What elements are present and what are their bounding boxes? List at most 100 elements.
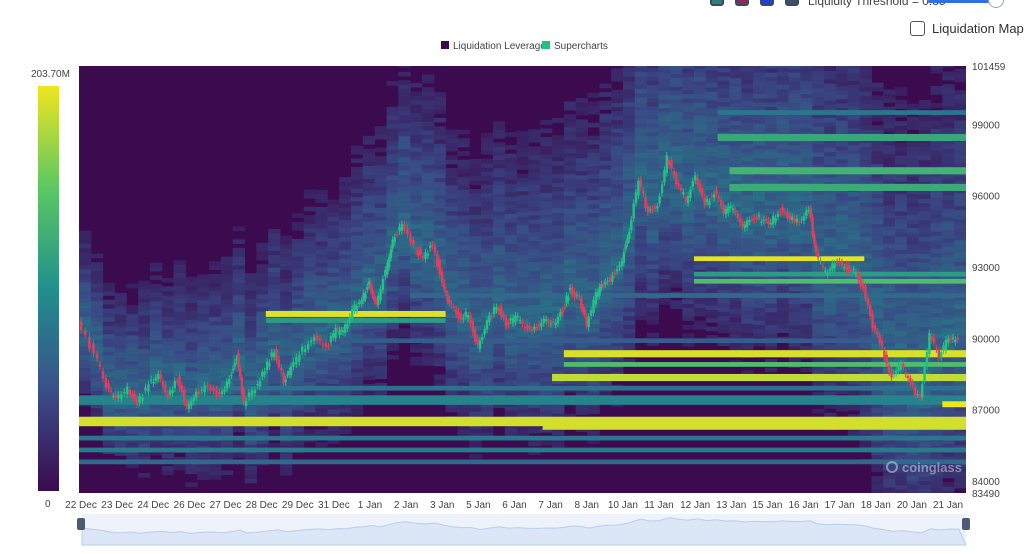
- heat-cell: [563, 255, 577, 261]
- heat-cell: [599, 263, 612, 268]
- heat-cell: [540, 214, 553, 219]
- heat-cell: [741, 297, 754, 303]
- heat-cell: [445, 262, 458, 267]
- heat-cell: [753, 298, 766, 304]
- heat-cell: [729, 236, 742, 241]
- heat-cell: [824, 6, 836, 11]
- heat-cell: [504, 239, 518, 244]
- heat-cell: [906, 304, 920, 310]
- heat-cell: [422, 160, 435, 165]
- heat-cell: [824, 11, 836, 16]
- heat-cell: [398, 247, 411, 252]
- heat-cell: [422, 284, 435, 289]
- heat-cell: [469, 210, 482, 215]
- heat-cell: [268, 442, 281, 448]
- heat-cell: [646, 260, 659, 265]
- heat-cell: [315, 305, 328, 310]
- heat-cell: [776, 97, 790, 102]
- heat-cell: [291, 277, 305, 283]
- heat-cell: [469, 253, 482, 258]
- heat-cell: [362, 247, 376, 252]
- heat-cell: [315, 288, 328, 293]
- heat-cell: [705, 211, 719, 216]
- heat-cell: [303, 245, 316, 250]
- heat-cell: [362, 302, 376, 308]
- heat-cell: [871, 82, 884, 88]
- heat-cell: [812, 319, 825, 324]
- heat-cell: [374, 241, 387, 247]
- heat-cell: [150, 275, 163, 281]
- heat-cell: [126, 412, 139, 417]
- heat-cell: [764, 243, 778, 249]
- heat-cell: [682, 256, 695, 262]
- heat-cell: [540, 269, 553, 275]
- heat-cell: [634, 148, 648, 154]
- heat-cell: [800, 42, 812, 47]
- heat-cell: [185, 276, 198, 282]
- heat-cell: [540, 120, 553, 125]
- heat-cell: [705, 228, 719, 233]
- heat-cell: [102, 329, 115, 335]
- heat-cell: [575, 230, 588, 236]
- heat-cell: [410, 228, 423, 233]
- heat-cell: [623, 89, 636, 94]
- heat-cell: [800, 174, 813, 180]
- heat-cell: [800, 80, 813, 86]
- heat-cell: [457, 429, 470, 434]
- heat-cell: [871, 142, 884, 148]
- heat-cell: [552, 148, 565, 153]
- heat-cell: [445, 249, 458, 254]
- heat-cell: [741, 92, 754, 98]
- heat-cell: [717, 217, 730, 222]
- heat-cell: [386, 200, 399, 206]
- heat-cell: [244, 380, 257, 385]
- heat-cell: [492, 155, 506, 160]
- heat-cell: [658, 103, 671, 108]
- heat-cell: [883, 153, 896, 159]
- heat-cell: [835, 227, 849, 232]
- heat-cell: [410, 262, 423, 268]
- heat-cell: [847, 226, 860, 231]
- heat-cell: [138, 451, 151, 457]
- heat-cell: [492, 377, 506, 383]
- heat-cell: [102, 299, 115, 305]
- heat-cell: [835, 222, 849, 228]
- heat-cell: [481, 205, 494, 211]
- heat-cell: [79, 380, 92, 385]
- heat-cell: [611, 303, 624, 309]
- heat-cell: [788, 333, 801, 339]
- heat-cell: [398, 97, 411, 102]
- heat-cell: [268, 404, 281, 410]
- heat-cell: [871, 198, 884, 203]
- heat-cell: [492, 240, 506, 246]
- heat-cell: [859, 245, 872, 250]
- heat-cell: [859, 91, 872, 96]
- heat-cell: [457, 245, 470, 250]
- heat-cell: [457, 189, 470, 195]
- heat-cell: [906, 150, 920, 156]
- heat-cell: [197, 359, 210, 365]
- heat-cell: [197, 372, 210, 378]
- heat-cell: [918, 176, 931, 182]
- heat-cell: [209, 453, 222, 459]
- heat-cell: [634, 118, 648, 124]
- heat-cell: [173, 302, 186, 308]
- heat-cell: [492, 266, 506, 272]
- heat-cell: [197, 407, 210, 412]
- heat-cell: [575, 273, 588, 278]
- heat-cell: [682, 30, 694, 35]
- heat-cell: [587, 251, 600, 256]
- heat-cell: [291, 375, 305, 381]
- heat-cell: [374, 228, 387, 234]
- heat-cell: [445, 275, 458, 280]
- heat-cell: [646, 213, 659, 218]
- heat-cell: [871, 484, 884, 490]
- heat-cell: [469, 236, 482, 241]
- heat-cell: [362, 242, 376, 248]
- heat-cell: [670, 107, 683, 113]
- heat-cell: [859, 86, 872, 92]
- heat-cell: [847, 144, 860, 150]
- heat-cell: [611, 205, 624, 210]
- heat-cell: [528, 274, 541, 280]
- heat-cell: [185, 349, 198, 355]
